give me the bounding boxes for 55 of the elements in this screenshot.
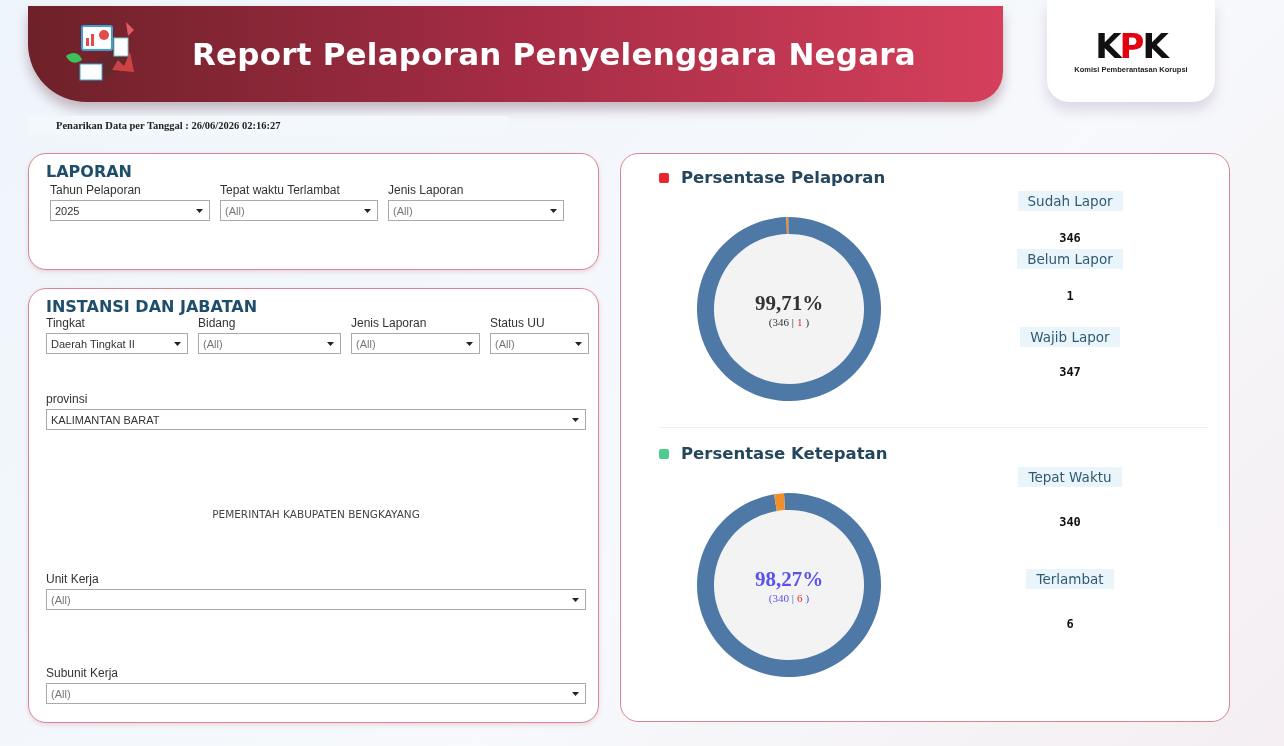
count-text: ) bbox=[805, 591, 810, 604]
panel-title: INSTANSI DAN JABATAN bbox=[46, 297, 259, 316]
caret-icon bbox=[196, 208, 203, 213]
stat-label: Tepat Waktu bbox=[1018, 467, 1122, 488]
caret-icon bbox=[572, 691, 579, 696]
stat-value: 347 bbox=[1059, 365, 1081, 379]
stat-label: Wajib Lapor bbox=[1020, 327, 1120, 347]
panel-title: LAPORAN bbox=[46, 162, 133, 181]
percent-value: 99,71% bbox=[754, 290, 824, 316]
percent-value: 98,27% bbox=[754, 566, 824, 592]
filter-dropdown[interactable]: (All) bbox=[198, 333, 341, 354]
count-text: (340 | bbox=[768, 591, 794, 604]
caret-icon bbox=[327, 341, 334, 346]
caret-icon bbox=[572, 597, 579, 602]
stat-value: 340 bbox=[1059, 515, 1081, 530]
stat-value: 6 bbox=[1066, 617, 1074, 632]
filter-dropdown[interactable]: 2025 bbox=[50, 200, 210, 221]
filter-label: Subunit Kerja bbox=[46, 666, 120, 680]
chart-title: Persentase Ketepatan bbox=[681, 444, 888, 464]
stat-value: 1 bbox=[1066, 289, 1074, 303]
filter-dropdown[interactable]: Daerah Tingkat II bbox=[46, 333, 188, 354]
filter-label: Jenis Laporan bbox=[351, 316, 428, 330]
count-text: 6 bbox=[796, 591, 803, 604]
count-text: (346 | bbox=[768, 315, 794, 328]
filter-dropdown[interactable]: (All) bbox=[46, 683, 586, 704]
caret-icon bbox=[575, 341, 582, 346]
caret-icon bbox=[550, 208, 557, 213]
filter-label: Tingkat bbox=[46, 316, 86, 330]
filter-dropdown[interactable]: (All) bbox=[46, 589, 586, 610]
caret-icon bbox=[364, 208, 371, 213]
stat-label: Terlambat bbox=[1026, 569, 1114, 590]
filter-label: Status UU bbox=[490, 316, 546, 330]
caret-icon bbox=[174, 341, 181, 346]
filter-label: Jenis Laporan bbox=[388, 183, 465, 197]
count-text: 1 bbox=[796, 315, 803, 328]
filter-label: Tahun Pelaporan bbox=[50, 183, 142, 197]
caret-icon bbox=[572, 417, 579, 422]
page-title: Report Pelaporan Penyelenggara Negara bbox=[192, 36, 916, 72]
logo-wordmark: KPK bbox=[1095, 28, 1167, 63]
stat-label: Belum Lapor bbox=[1017, 249, 1123, 269]
selected-instansi: PEMERINTAH KABUPATEN BENGKAYANG bbox=[211, 508, 421, 520]
filter-dropdown[interactable]: (All) bbox=[388, 200, 564, 221]
filter-dropdown[interactable]: KALIMANTAN BARAT bbox=[46, 409, 586, 430]
count-text: ) bbox=[805, 315, 810, 328]
filter-dropdown[interactable]: (All) bbox=[220, 200, 378, 221]
filter-label: Bidang bbox=[198, 316, 237, 330]
stat-label: Sudah Lapor bbox=[1017, 191, 1123, 211]
filter-dropdown[interactable]: (All) bbox=[351, 333, 480, 354]
caret-icon bbox=[466, 341, 473, 346]
stat-value: 346 bbox=[1059, 231, 1081, 245]
filter-label: Unit Kerja bbox=[46, 572, 100, 586]
chart-title: Persentase Pelaporan bbox=[681, 168, 886, 187]
filter-dropdown[interactable]: (All) bbox=[490, 333, 589, 354]
filter-label: provinsi bbox=[46, 392, 89, 406]
filter-label: Tepat waktu Terlambat bbox=[220, 183, 341, 197]
